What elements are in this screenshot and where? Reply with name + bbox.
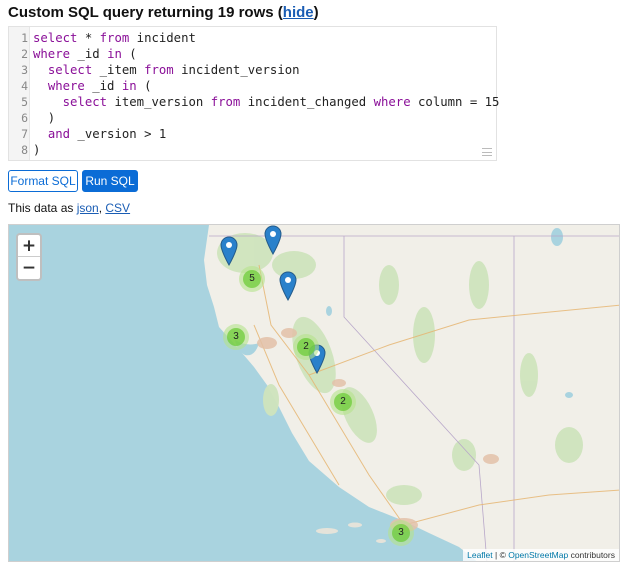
line-number: 3 — [21, 63, 28, 77]
marker-cluster[interactable]: 2 — [330, 389, 356, 415]
leaflet-link[interactable]: Leaflet — [467, 550, 493, 560]
line-number: 8 — [21, 143, 28, 157]
zoom-out-button[interactable]: − — [18, 257, 40, 279]
zoom-in-button[interactable]: + — [18, 235, 40, 257]
line-number: 7 — [21, 127, 28, 141]
map-attribution: Leaflet | © OpenStreetMap contributors — [463, 549, 619, 561]
map[interactable]: + − 5 3 2 2 3 Leaflet | © OpenStreetMap … — [8, 224, 620, 562]
line-number: 6 — [21, 111, 28, 125]
cluster-count: 3 — [227, 328, 245, 346]
attribution-suffix: contributors — [568, 550, 615, 560]
resize-handle-icon[interactable] — [482, 148, 492, 156]
line-number: 5 — [21, 95, 28, 109]
map-base-tiles — [204, 225, 619, 561]
zoom-control: + − — [16, 233, 42, 281]
line-number: 1 — [21, 31, 28, 45]
page-title: Custom SQL query returning 19 rows (hide… — [8, 4, 319, 21]
attribution-separator: | © — [492, 550, 509, 560]
marker-cluster[interactable]: 3 — [223, 324, 249, 350]
marker-cluster[interactable]: 5 — [239, 266, 265, 292]
marker-cluster[interactable]: 2 — [293, 334, 319, 360]
export-prefix: This data as — [8, 201, 77, 215]
map-marker-icon[interactable] — [220, 236, 238, 266]
format-sql-button[interactable]: Format SQL — [8, 170, 78, 192]
json-link[interactable]: json — [77, 201, 99, 215]
osm-link[interactable]: OpenStreetMap — [508, 550, 568, 560]
cluster-count: 3 — [392, 524, 410, 542]
map-marker-icon[interactable] — [264, 225, 282, 255]
map-marker-icon[interactable] — [279, 271, 297, 301]
sql-editor[interactable]: 1 select * from incident 2 where _id in ( … — [8, 26, 499, 161]
export-links: This data as json, CSV — [8, 201, 130, 215]
hide-link[interactable]: hide — [283, 4, 314, 21]
cluster-count: 2 — [334, 393, 352, 411]
line-number: 4 — [21, 79, 28, 93]
cluster-count: 5 — [243, 270, 261, 288]
marker-cluster[interactable]: 3 — [388, 520, 414, 546]
run-sql-button[interactable]: Run SQL — [82, 170, 138, 192]
title-suffix: ) — [313, 4, 319, 21]
csv-link[interactable]: CSV — [105, 201, 130, 215]
cluster-count: 2 — [297, 338, 315, 356]
title-prefix: Custom SQL query returning 19 rows ( — [8, 4, 283, 21]
line-number: 2 — [21, 47, 28, 61]
